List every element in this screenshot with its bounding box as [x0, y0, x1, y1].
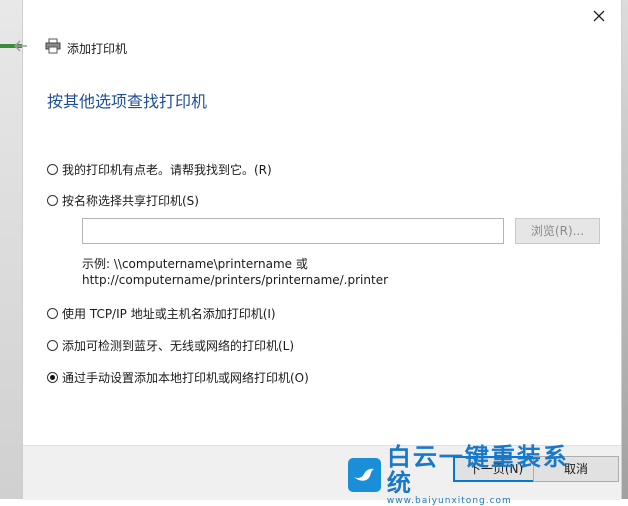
- dialog-title: 添加打印机: [67, 41, 128, 56]
- dialog-title-row: 添加打印机: [45, 38, 127, 58]
- option-tcpip[interactable]: 使用 TCP/IP 地址或主机名添加打印机(I): [47, 305, 276, 322]
- page-heading: 按其他选项查找打印机: [47, 92, 208, 111]
- radio-local-manual[interactable]: [47, 372, 58, 383]
- radio-old-printer[interactable]: [47, 164, 58, 175]
- watermark: 白云一键重装系统 www.baiyunxitong.com: [348, 444, 588, 506]
- option-shared-printer[interactable]: 按名称选择共享打印机(S): [47, 192, 199, 209]
- option-label: 通过手动设置添加本地打印机或网络打印机(O): [62, 371, 309, 385]
- browse-button[interactable]: 浏览(R)...: [515, 218, 600, 244]
- example-line-2: http://computername/printers/printername…: [82, 273, 389, 287]
- option-old-printer[interactable]: 我的打印机有点老。请帮我找到它。(R): [47, 161, 272, 178]
- radio-shared-printer[interactable]: [47, 195, 58, 206]
- option-label: 按名称选择共享打印机(S): [62, 194, 199, 208]
- close-icon[interactable]: [589, 6, 609, 26]
- example-line-1: 示例: \\computername\printername 或: [82, 257, 308, 271]
- example-text: 示例: \\computername\printername 或 http://…: [82, 256, 388, 288]
- option-label: 使用 TCP/IP 地址或主机名添加打印机(I): [62, 307, 276, 321]
- option-local-manual[interactable]: 通过手动设置添加本地打印机或网络打印机(O): [47, 369, 309, 386]
- radio-tcpip[interactable]: [47, 308, 58, 319]
- radio-wireless[interactable]: [47, 340, 58, 351]
- option-wireless[interactable]: 添加可检测到蓝牙、无线或网络的打印机(L): [47, 337, 294, 354]
- add-printer-dialog: 添加打印机 按其他选项查找打印机 我的打印机有点老。请帮我找到它。(R) 按名称…: [14, 0, 622, 500]
- printer-icon: [45, 38, 61, 58]
- bird-logo-icon: [348, 457, 381, 492]
- background-left: [0, 0, 22, 499]
- back-arrow-icon[interactable]: [13, 38, 29, 54]
- option-label: 我的打印机有点老。请帮我找到它。(R): [62, 163, 272, 177]
- watermark-url: www.baiyunxitong.com: [386, 495, 512, 506]
- watermark-text: 白云一键重装系统 www.baiyunxitong.com: [387, 444, 588, 506]
- shared-printer-name-input[interactable]: [82, 218, 504, 244]
- option-label: 添加可检测到蓝牙、无线或网络的打印机(L): [62, 339, 295, 353]
- watermark-title: 白云一键重装系统: [386, 442, 569, 497]
